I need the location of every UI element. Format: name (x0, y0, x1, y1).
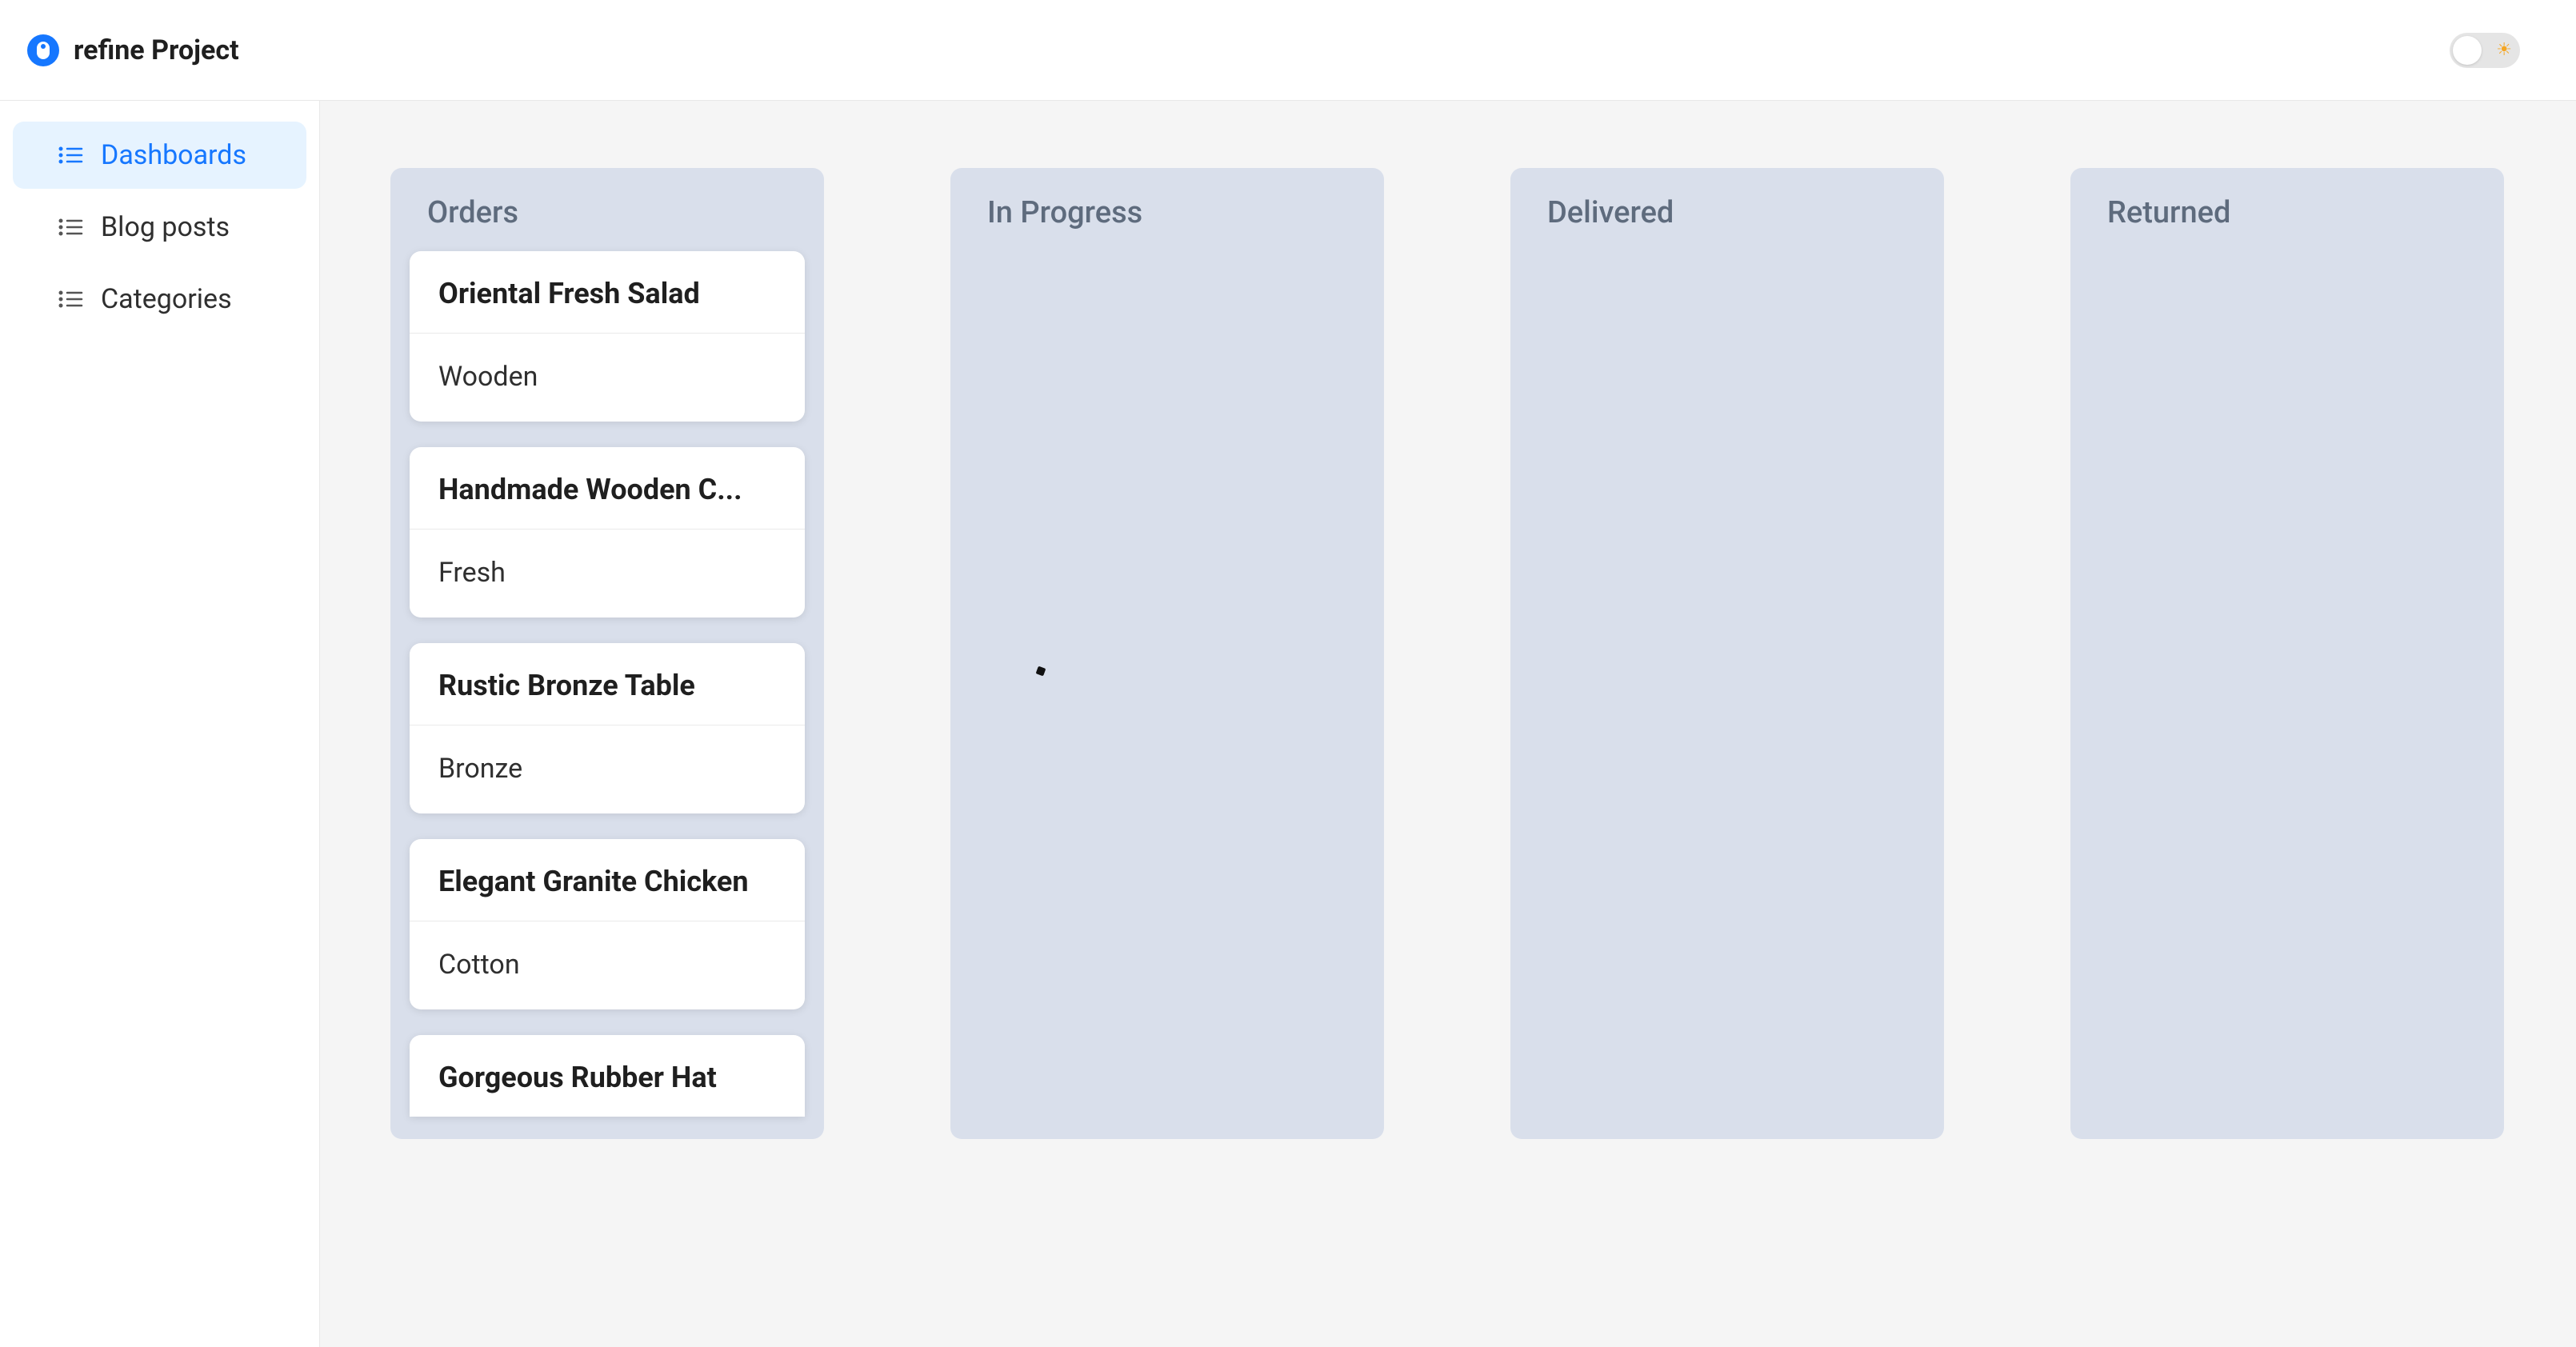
sidebar-item-dashboards[interactable]: Dashboards (13, 122, 306, 189)
order-card[interactable]: Gorgeous Rubber Hat (410, 1035, 805, 1117)
sidebar-item-categories[interactable]: Categories (13, 266, 306, 333)
main-content: Orders Oriental Fresh Salad Wooden Handm… (320, 101, 2576, 1347)
card-subtitle: Wooden (438, 361, 776, 393)
card-subtitle: Fresh (438, 557, 776, 589)
order-card[interactable]: Handmade Wooden C... Fresh (410, 447, 805, 618)
column-title: In Progress (970, 195, 1365, 251)
app-title: refine Project (74, 34, 239, 66)
card-title: Handmade Wooden C... (438, 473, 776, 506)
order-card[interactable]: Elegant Granite Chicken Cotton (410, 839, 805, 1009)
card-title: Oriental Fresh Salad (438, 277, 776, 310)
theme-toggle[interactable]: ☀ (2450, 33, 2520, 68)
list-icon (58, 144, 83, 166)
card-subtitle: Bronze (438, 753, 776, 785)
column-title: Returned (2090, 195, 2485, 251)
column-orders: Orders Oriental Fresh Salad Wooden Handm… (390, 168, 824, 1139)
column-in-progress: In Progress (950, 168, 1384, 1139)
header-left: refine Project (27, 34, 239, 66)
theme-toggle-knob (2453, 36, 2482, 65)
kanban-board: Orders Oriental Fresh Salad Wooden Handm… (390, 168, 2506, 1139)
column-title: Delivered (1530, 195, 1925, 251)
list-icon (58, 288, 83, 310)
sidebar-item-label: Blog posts (101, 211, 230, 243)
app-header: refine Project ☀ (0, 0, 2576, 101)
column-title: Orders (410, 195, 805, 251)
sidebar-item-label: Dashboards (101, 139, 246, 171)
card-subtitle: Cotton (438, 949, 776, 981)
order-card[interactable]: Rustic Bronze Table Bronze (410, 643, 805, 813)
sun-icon: ☀ (2496, 42, 2512, 59)
column-delivered: Delivered (1510, 168, 1944, 1139)
card-title: Elegant Granite Chicken (438, 865, 776, 898)
card-title: Gorgeous Rubber Hat (438, 1061, 776, 1094)
sidebar: Dashboards Blog posts Categories (0, 101, 320, 1347)
order-card[interactable]: Oriental Fresh Salad Wooden (410, 251, 805, 422)
sidebar-item-blog-posts[interactable]: Blog posts (13, 194, 306, 261)
column-returned: Returned (2070, 168, 2504, 1139)
refine-logo-icon (27, 34, 59, 66)
list-icon (58, 216, 83, 238)
sidebar-item-label: Categories (101, 283, 232, 315)
card-title: Rustic Bronze Table (438, 669, 776, 702)
